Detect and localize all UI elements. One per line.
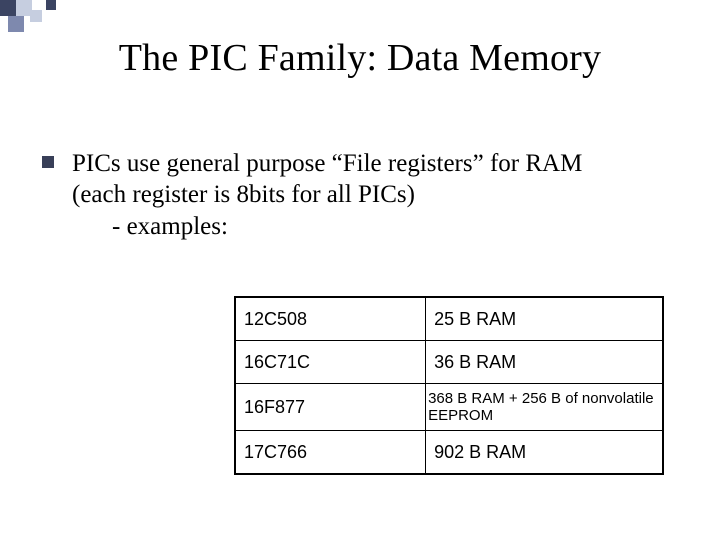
slide-title: The PIC Family: Data Memory <box>0 36 720 80</box>
table-row: 12C508 25 B RAM <box>235 297 663 341</box>
memory-cell: 36 B RAM <box>426 341 663 384</box>
table-row: 16C71C 36 B RAM <box>235 341 663 384</box>
table-row: 16F877 368 B RAM + 256 B of nonvolatile … <box>235 384 663 431</box>
body-line-2: (each register is 8bits for all PICs) <box>72 179 582 210</box>
body-text-block: PICs use general purpose “File registers… <box>42 148 682 241</box>
device-cell: 17C766 <box>235 431 426 475</box>
device-cell: 16C71C <box>235 341 426 384</box>
examples-label: - examples: <box>102 213 582 241</box>
memory-cell: 368 B RAM + 256 B of nonvolatile EEPROM <box>426 384 663 431</box>
device-cell: 16F877 <box>235 384 426 431</box>
body-line-1: PICs use general purpose “File registers… <box>72 148 582 179</box>
bullet-icon <box>42 156 54 168</box>
memory-cell: 25 B RAM <box>426 297 663 341</box>
memory-table: 12C508 25 B RAM 16C71C 36 B RAM 16F877 3… <box>234 296 664 475</box>
memory-cell: 902 B RAM <box>426 431 663 475</box>
device-cell: 12C508 <box>235 297 426 341</box>
table-row: 17C766 902 B RAM <box>235 431 663 475</box>
